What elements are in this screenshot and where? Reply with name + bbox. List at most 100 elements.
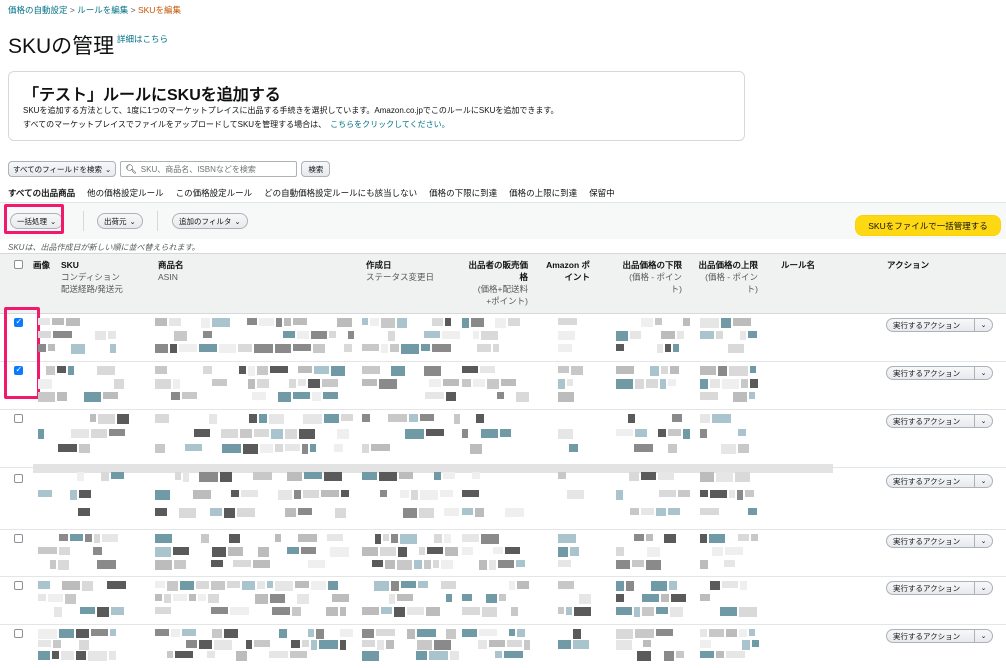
blurred-pixel xyxy=(616,366,634,374)
blurred-pixel xyxy=(88,651,107,661)
blurred-pixel xyxy=(284,318,291,326)
blurred-pixel xyxy=(628,414,635,423)
blurred-pixel xyxy=(308,560,325,568)
blurred-pixel xyxy=(285,508,296,517)
blurred-pixel xyxy=(66,318,80,326)
row-action-dropdown[interactable]: 実行するアクション ⌄ xyxy=(886,366,993,380)
blurred-pixel xyxy=(207,651,215,658)
blurred-pixel xyxy=(90,414,96,422)
row-checkbox[interactable] xyxy=(14,534,23,543)
blurred-pixel xyxy=(616,594,624,602)
blurred-pixel xyxy=(175,651,193,658)
search-input[interactable]: 🔍︎ SKU、商品名、ISBNなどを検索 xyxy=(120,161,298,177)
blurred-pixel xyxy=(114,379,124,389)
col-max-price[interactable]: 出品価格の上限 (価格 - ポイン ト) xyxy=(686,259,758,295)
col-rule-name: ルール名 xyxy=(781,259,815,271)
row-action-dropdown[interactable]: 実行するアクション ⌄ xyxy=(886,534,993,548)
search-field-select[interactable]: すべてのフィールドを検索 ⌄ xyxy=(8,161,117,177)
blurred-pixel xyxy=(94,534,100,543)
blurred-pixel xyxy=(634,444,653,452)
blurred-pixel xyxy=(57,392,67,401)
row-checkbox[interactable] xyxy=(14,581,23,590)
blurred-pixel xyxy=(700,594,710,601)
blurred-pixel xyxy=(313,344,325,353)
blurred-pixel xyxy=(670,366,679,374)
blurred-pixel xyxy=(419,508,434,518)
blurred-pixel xyxy=(173,594,187,601)
blurred-pixel xyxy=(199,640,212,649)
blurred-pixel xyxy=(573,629,581,639)
add-filter-label: 追加のフィルタ xyxy=(179,216,232,226)
blurred-pixel xyxy=(248,379,255,389)
col-amazon-point[interactable]: Amazon ポ イント xyxy=(538,259,590,283)
blurred-pixel xyxy=(362,444,369,453)
row-checkbox[interactable] xyxy=(14,414,23,423)
blurred-pixel xyxy=(735,472,750,482)
blurred-pixel xyxy=(558,392,574,402)
ship-from-filter[interactable]: 出荷元 ⌄ xyxy=(97,213,143,229)
row-action-dropdown[interactable]: 実行するアクション ⌄ xyxy=(886,629,993,643)
blurred-pixel xyxy=(80,607,95,614)
col-sku[interactable]: SKU コンディション 配送経路/発送元 xyxy=(61,259,123,295)
blurred-pixel xyxy=(473,379,485,387)
blurred-pixel xyxy=(85,534,92,542)
blurred-pixel xyxy=(409,414,418,422)
blurred-pixel xyxy=(517,629,525,637)
blurred-pixel xyxy=(164,594,171,603)
blurred-pixel xyxy=(558,344,572,352)
col-sku-sub2: 配送経路/発送元 xyxy=(61,284,123,294)
row-action-dropdown[interactable]: 実行するアクション ⌄ xyxy=(886,474,993,488)
blurred-pixel xyxy=(98,414,115,424)
blurred-pixel xyxy=(700,508,719,515)
row-action-dropdown[interactable]: 実行するアクション ⌄ xyxy=(886,318,993,332)
ship-from-label: 出荷元 xyxy=(104,216,127,226)
blurred-pixel xyxy=(616,490,623,500)
col-min-price[interactable]: 出品価格の下限 (価格 - ポイン ト) xyxy=(610,259,682,295)
search-button[interactable]: 検索 xyxy=(301,161,331,177)
breadcrumb-edit-rule[interactable]: ルールを編集 xyxy=(77,5,128,15)
blurred-pixel xyxy=(110,629,116,636)
breadcrumb-separator: > xyxy=(130,5,136,15)
col-seller-price[interactable]: 出品者の販売価 格 (価格+配送料 +ポイント) xyxy=(456,259,528,307)
blurred-pixel xyxy=(370,318,379,326)
blurred-pixel xyxy=(445,318,451,326)
blurred-pixel xyxy=(327,534,343,541)
blurred-pixel xyxy=(212,318,230,327)
blurred-pixel xyxy=(508,318,520,326)
select-all-checkbox[interactable] xyxy=(14,260,23,269)
blurred-pixel xyxy=(664,534,676,543)
blurred-pixel xyxy=(462,490,479,497)
row-action-dropdown[interactable]: 実行するアクション ⌄ xyxy=(886,414,993,428)
row-checkbox[interactable] xyxy=(14,629,23,638)
blurred-pixel xyxy=(677,331,684,339)
blurred-pixel xyxy=(167,581,178,591)
blurred-pixel xyxy=(700,414,710,423)
blurred-pixel xyxy=(294,490,301,499)
blurred-pixel xyxy=(290,651,307,658)
blurred-pixel xyxy=(298,508,312,515)
blurred-pixel xyxy=(569,444,578,452)
blurred-pixel xyxy=(472,472,480,479)
blurred-pixel xyxy=(407,629,415,639)
blurred-pixel xyxy=(424,560,431,569)
row-checkbox[interactable] xyxy=(14,474,23,483)
blurred-pixel xyxy=(658,429,666,437)
details-link[interactable]: 詳細はこちら xyxy=(117,33,168,45)
click-here-link[interactable]: こちらをクリックしてください。 xyxy=(330,120,450,129)
blurred-pixel xyxy=(558,366,569,373)
blurred-pixel xyxy=(95,331,106,340)
breadcrumb-pricing[interactable]: 価格の自動設定 xyxy=(8,5,68,15)
blurred-pixel xyxy=(558,429,573,439)
col-product-name[interactable]: 商品名 ASIN xyxy=(158,259,184,283)
blurred-pixel xyxy=(397,560,412,570)
col-created[interactable]: 作成日 ステータス変更日 xyxy=(366,259,434,283)
col-max-price-sub1: (価格 - ポイン xyxy=(705,272,758,282)
add-filter-dropdown[interactable]: 追加のフィルタ ⌄ xyxy=(172,213,248,229)
col-name-label: 商品名 xyxy=(158,260,184,270)
blurred-pixel xyxy=(186,640,197,648)
blurred-pixel xyxy=(668,429,681,436)
row-action-dropdown[interactable]: 実行するアクション ⌄ xyxy=(886,581,993,595)
blurred-pixel xyxy=(340,607,346,616)
blurred-pixel xyxy=(434,472,441,480)
manage-sku-file-button[interactable]: SKUをファイルで一括管理する xyxy=(855,215,1001,236)
